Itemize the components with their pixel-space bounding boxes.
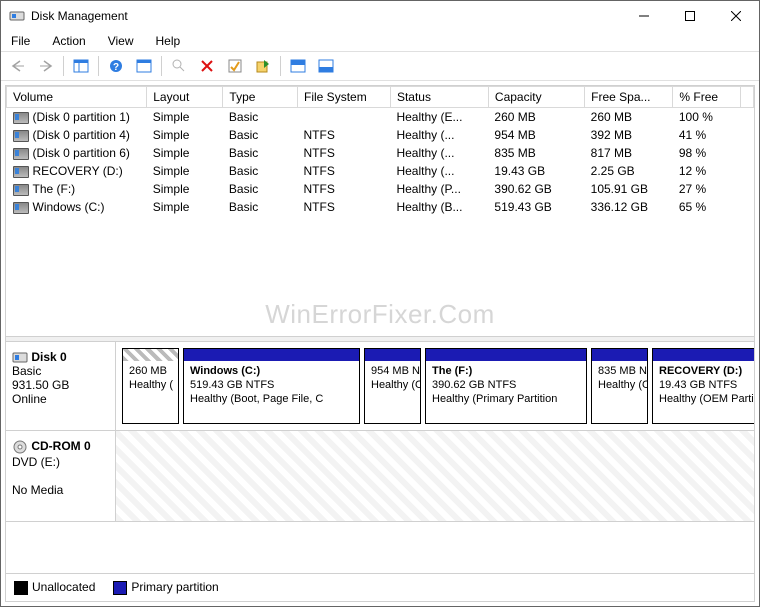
titlebar: Disk Management: [1, 1, 759, 31]
col-freespace[interactable]: Free Spa...: [585, 87, 673, 108]
table-row[interactable]: The (F:)SimpleBasicNTFSHealthy (P...390.…: [7, 180, 754, 198]
table-row[interactable]: (Disk 0 partition 4)SimpleBasicNTFSHealt…: [7, 126, 754, 144]
disk-partitions: [116, 431, 754, 521]
search-button[interactable]: [166, 54, 192, 78]
menu-bar: File Action View Help: [1, 31, 759, 51]
toolbar: ?: [1, 51, 759, 81]
volume-icon: [13, 112, 29, 124]
disk-row[interactable]: CD-ROM 0DVD (E:)No Media: [6, 431, 754, 522]
volume-list-pane[interactable]: Volume Layout Type File System Status Ca…: [6, 86, 754, 336]
disk-info[interactable]: Disk 0Basic931.50 GBOnline: [6, 342, 116, 430]
disk-partitions: 260 MBHealthy (Windows (C:)519.43 GB NTF…: [116, 342, 754, 430]
volume-icon: [13, 130, 29, 142]
volume-icon: [13, 148, 29, 160]
back-button[interactable]: [5, 54, 31, 78]
col-type[interactable]: Type: [223, 87, 298, 108]
forward-button[interactable]: [33, 54, 59, 78]
show-hide-console-tree-button[interactable]: [68, 54, 94, 78]
table-row[interactable]: (Disk 0 partition 6)SimpleBasicNTFSHealt…: [7, 144, 754, 162]
col-status[interactable]: Status: [390, 87, 488, 108]
legend-swatch-unallocated: [14, 581, 28, 595]
refresh-button[interactable]: [250, 54, 276, 78]
close-button[interactable]: [713, 1, 759, 31]
col-spacer: [741, 87, 754, 108]
volume-table[interactable]: Volume Layout Type File System Status Ca…: [6, 86, 754, 216]
menu-help[interactable]: Help: [152, 32, 185, 50]
menu-file[interactable]: File: [7, 32, 34, 50]
help-button[interactable]: ?: [103, 54, 129, 78]
minimize-button[interactable]: [621, 1, 667, 31]
legend-swatch-primary: [113, 581, 127, 595]
delete-button[interactable]: [194, 54, 220, 78]
app-icon: [9, 8, 25, 24]
col-layout[interactable]: Layout: [147, 87, 223, 108]
maximize-button[interactable]: [667, 1, 713, 31]
partition[interactable]: 954 MB NTFHealthy (OE: [364, 348, 421, 424]
disk-row[interactable]: Disk 0Basic931.50 GBOnline260 MBHealthy …: [6, 342, 754, 431]
legend: Unallocated Primary partition: [6, 573, 754, 601]
table-row[interactable]: RECOVERY (D:)SimpleBasicNTFSHealthy (...…: [7, 162, 754, 180]
volume-icon: [13, 184, 29, 196]
volume-icon: [13, 166, 29, 178]
volume-icon: [13, 202, 29, 214]
disk-info[interactable]: CD-ROM 0DVD (E:)No Media: [6, 431, 116, 521]
partition[interactable]: 835 MB NTFHealthy (OE: [591, 348, 648, 424]
col-volume[interactable]: Volume: [7, 87, 147, 108]
partition[interactable]: Windows (C:)519.43 GB NTFSHealthy (Boot,…: [183, 348, 360, 424]
col-filesystem[interactable]: File System: [298, 87, 391, 108]
table-row[interactable]: (Disk 0 partition 1)SimpleBasicHealthy (…: [7, 108, 754, 127]
properties-button[interactable]: [222, 54, 248, 78]
settings-button[interactable]: [131, 54, 157, 78]
window-title: Disk Management: [31, 9, 621, 23]
legend-primary: Primary partition: [131, 580, 218, 594]
disk-map-pane[interactable]: Disk 0Basic931.50 GBOnline260 MBHealthy …: [6, 342, 754, 573]
view-top-button[interactable]: [285, 54, 311, 78]
menu-action[interactable]: Action: [48, 32, 89, 50]
col-pctfree[interactable]: % Free: [673, 87, 741, 108]
partition[interactable]: RECOVERY (D:)19.43 GB NTFSHealthy (OEM P…: [652, 348, 754, 424]
partition[interactable]: 260 MBHealthy (: [122, 348, 179, 424]
legend-unallocated: Unallocated: [32, 580, 95, 594]
table-row[interactable]: Windows (C:)SimpleBasicNTFSHealthy (B...…: [7, 198, 754, 216]
view-bottom-button[interactable]: [313, 54, 339, 78]
menu-view[interactable]: View: [104, 32, 138, 50]
svg-text:?: ?: [113, 62, 119, 73]
col-capacity[interactable]: Capacity: [488, 87, 584, 108]
partition[interactable]: The (F:)390.62 GB NTFSHealthy (Primary P…: [425, 348, 587, 424]
